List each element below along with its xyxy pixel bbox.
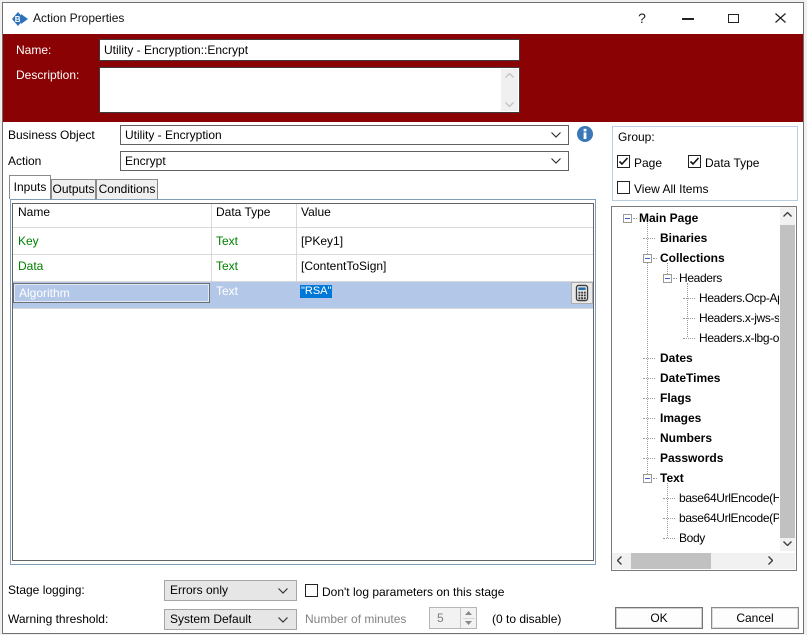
svg-text:B: B (15, 15, 21, 24)
